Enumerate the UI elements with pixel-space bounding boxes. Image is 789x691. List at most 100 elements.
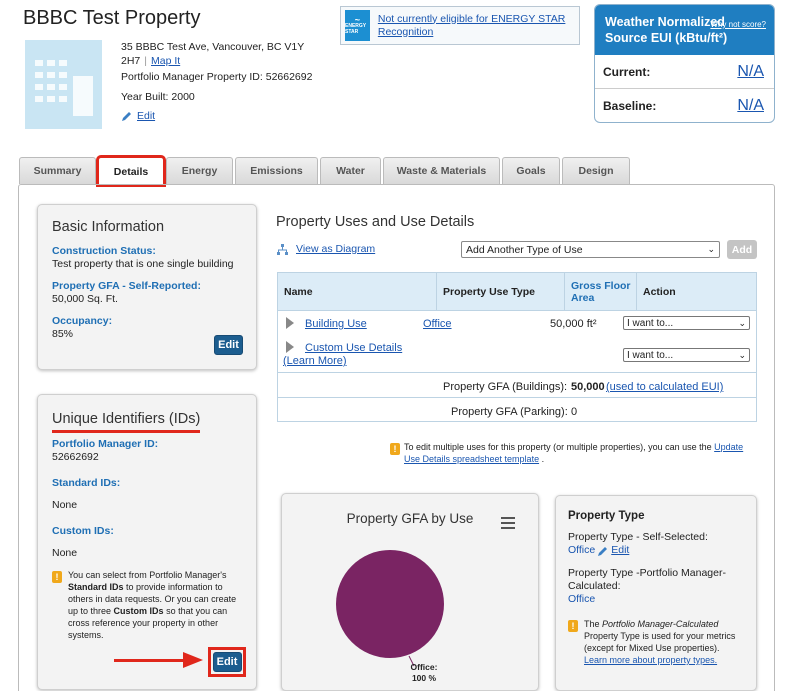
- add-use-type-value: Add Another Type of Use: [466, 243, 583, 256]
- edit-property-link[interactable]: Edit: [121, 110, 155, 122]
- gfa-parking-value: 0: [571, 406, 578, 418]
- custom-use-details-link[interactable]: Custom Use Details: [305, 342, 402, 354]
- chart-title: Property GFA by Use: [346, 511, 474, 526]
- view-as-diagram[interactable]: View as Diagram: [277, 243, 375, 255]
- row-action-select[interactable]: I want to... ⌄: [623, 316, 750, 330]
- standard-ids-label: Standard IDs:: [52, 477, 121, 489]
- pm-calculated-label: Property Type -Portfolio Manager-Calcula…: [568, 567, 726, 592]
- eui-baseline-label: Baseline:: [603, 99, 657, 113]
- expand-row-icon[interactable]: [286, 317, 294, 332]
- gfa-pie-chart: Office:100 %: [336, 550, 444, 683]
- learn-more-link[interactable]: (Learn More): [283, 355, 347, 367]
- energy-star-eligibility: ~ ENERGY STAR Not currently eligible for …: [340, 6, 580, 45]
- self-selected-value[interactable]: Office: [568, 544, 595, 557]
- property-uses-title: Property Uses and Use Details: [276, 214, 475, 230]
- pie-data-label: 100 %: [412, 673, 437, 683]
- pm-id-label: Portfolio Manager ID:: [52, 438, 159, 450]
- pm-id-value: 52662692: [52, 451, 99, 463]
- gfa-buildings-value: 50,000: [571, 381, 605, 393]
- used-to-calc-eui-link[interactable]: (used to calculated EUI): [606, 381, 723, 393]
- pie-data-label: Office:: [411, 662, 438, 672]
- annotation-arrow: [114, 659, 186, 662]
- pm-calculated-value: Office: [568, 593, 596, 605]
- tab-water[interactable]: Water: [320, 157, 381, 184]
- construction-status-label: Construction Status:: [52, 245, 156, 257]
- unique-ids-edit-highlight: Edit: [208, 647, 246, 677]
- energy-star-message-link[interactable]: Not currently eligible for ENERGY STAR R…: [378, 13, 575, 39]
- tab-energy[interactable]: Energy: [166, 157, 233, 184]
- property-gfa-value: 50,000 Sq. Ft.: [52, 293, 118, 305]
- unique-identifiers-card: Unique Identifiers (IDs) Portfolio Manag…: [37, 394, 257, 690]
- tab-design[interactable]: Design: [562, 157, 630, 184]
- eui-baseline-value[interactable]: N/A: [737, 97, 764, 115]
- ids-info-note: ! You can select from Portfolio Manager'…: [52, 569, 242, 641]
- update-use-tip: ! To edit multiple uses for this propert…: [390, 441, 758, 465]
- building-icon: [35, 60, 93, 116]
- table-header: Name Property Use Type Gross Floor Area …: [278, 273, 756, 311]
- eui-current-label: Current:: [603, 64, 651, 79]
- property-uses-table: Name Property Use Type Gross Floor Area …: [277, 272, 757, 422]
- custom-ids-label: Custom IDs:: [52, 525, 114, 537]
- energy-star-logo-icon: ~ ENERGY STAR: [345, 10, 370, 41]
- chevron-down-icon: ⌄: [738, 317, 746, 328]
- basic-information-card: Basic Information Construction Status: T…: [37, 204, 257, 370]
- tab-bar: Summary Details Energy Emissions Water W…: [19, 155, 630, 187]
- why-not-score-link[interactable]: Why not score?: [710, 20, 766, 29]
- info-icon: !: [52, 571, 62, 583]
- ids-note-text: You can select from Portfolio Manager's …: [68, 570, 237, 640]
- eui-baseline-row: Baseline: N/A: [595, 89, 774, 122]
- eui-current-row: Current: N/A: [595, 55, 774, 89]
- tab-emissions[interactable]: Emissions: [235, 157, 318, 184]
- pm-property-id: Portfolio Manager Property ID: 52662692: [121, 71, 313, 83]
- col-action: Action: [643, 285, 676, 298]
- info-icon: !: [568, 620, 578, 632]
- pencil-icon: [598, 546, 608, 556]
- eui-panel: Weather Normalized Source EUI (kBtu/ft²)…: [594, 4, 775, 123]
- expand-row-icon[interactable]: [286, 341, 294, 356]
- row-action-select[interactable]: I want to... ⌄: [623, 348, 750, 362]
- pencil-icon: [122, 112, 131, 121]
- chart-menu-icon[interactable]: [501, 517, 515, 529]
- eui-current-value[interactable]: N/A: [737, 63, 764, 81]
- property-gfa-label: Property GFA - Self-Reported:: [52, 280, 201, 292]
- property-type-edit-link[interactable]: Edit: [611, 544, 629, 557]
- building-use-link[interactable]: Building Use: [305, 318, 367, 330]
- map-it-link[interactable]: Map It: [151, 55, 180, 67]
- property-address: 35 BBBC Test Ave, Vancouver, BC V1Y 2H7 |…: [121, 41, 305, 67]
- property-title: BBBC Test Property: [23, 7, 201, 29]
- annotation-arrow-head: [183, 652, 203, 668]
- unique-ids-edit-button[interactable]: Edit: [212, 652, 242, 672]
- pie-slice-office[interactable]: [336, 550, 444, 658]
- basic-info-edit-button[interactable]: Edit: [214, 335, 243, 355]
- building-use-gfa: 50,000 ft²: [550, 318, 597, 330]
- year-built: Year Built: 2000: [121, 91, 195, 103]
- col-name: Name: [278, 273, 437, 310]
- chevron-down-icon: ⌄: [707, 244, 715, 254]
- property-type-card: Property Type Property Type - Self-Selec…: [555, 495, 757, 691]
- tab-details[interactable]: Details: [96, 155, 166, 187]
- tab-waste-materials[interactable]: Waste & Materials: [383, 157, 500, 184]
- property-type-title: Property Type: [568, 510, 645, 522]
- building-thumbnail: [25, 40, 102, 129]
- add-use-button[interactable]: Add: [727, 240, 757, 259]
- edit-link-text[interactable]: Edit: [137, 110, 155, 122]
- basic-information-title: Basic Information: [52, 219, 165, 235]
- tab-summary[interactable]: Summary: [19, 157, 96, 184]
- col-use-type: Property Use Type: [437, 273, 565, 310]
- tab-goals[interactable]: Goals: [502, 157, 560, 184]
- occupancy-label: Occupancy:: [52, 315, 113, 327]
- learn-more-property-types-link[interactable]: Learn more about property types.: [584, 655, 717, 665]
- chevron-down-icon: ⌄: [738, 349, 746, 360]
- self-selected-label: Property Type - Self-Selected:: [568, 531, 708, 543]
- office-type-link[interactable]: Office: [423, 318, 452, 330]
- col-gross-floor-area[interactable]: Gross Floor Area: [565, 273, 637, 310]
- property-type-note: ! The Portfolio Manager-Calculated Prope…: [568, 618, 744, 666]
- gfa-buildings-label: Property GFA (Buildings):: [443, 381, 568, 393]
- gfa-parking-label: Property GFA (Parking):: [451, 406, 568, 418]
- unique-identifiers-title: Unique Identifiers (IDs): [52, 411, 201, 433]
- standard-ids-value: None: [52, 499, 78, 511]
- diagram-icon: [277, 243, 288, 255]
- add-use-type-select[interactable]: Add Another Type of Use ⌄: [461, 241, 720, 258]
- view-as-diagram-link[interactable]: View as Diagram: [296, 243, 375, 255]
- construction-status-value: Test property that is one single buildin…: [52, 258, 234, 270]
